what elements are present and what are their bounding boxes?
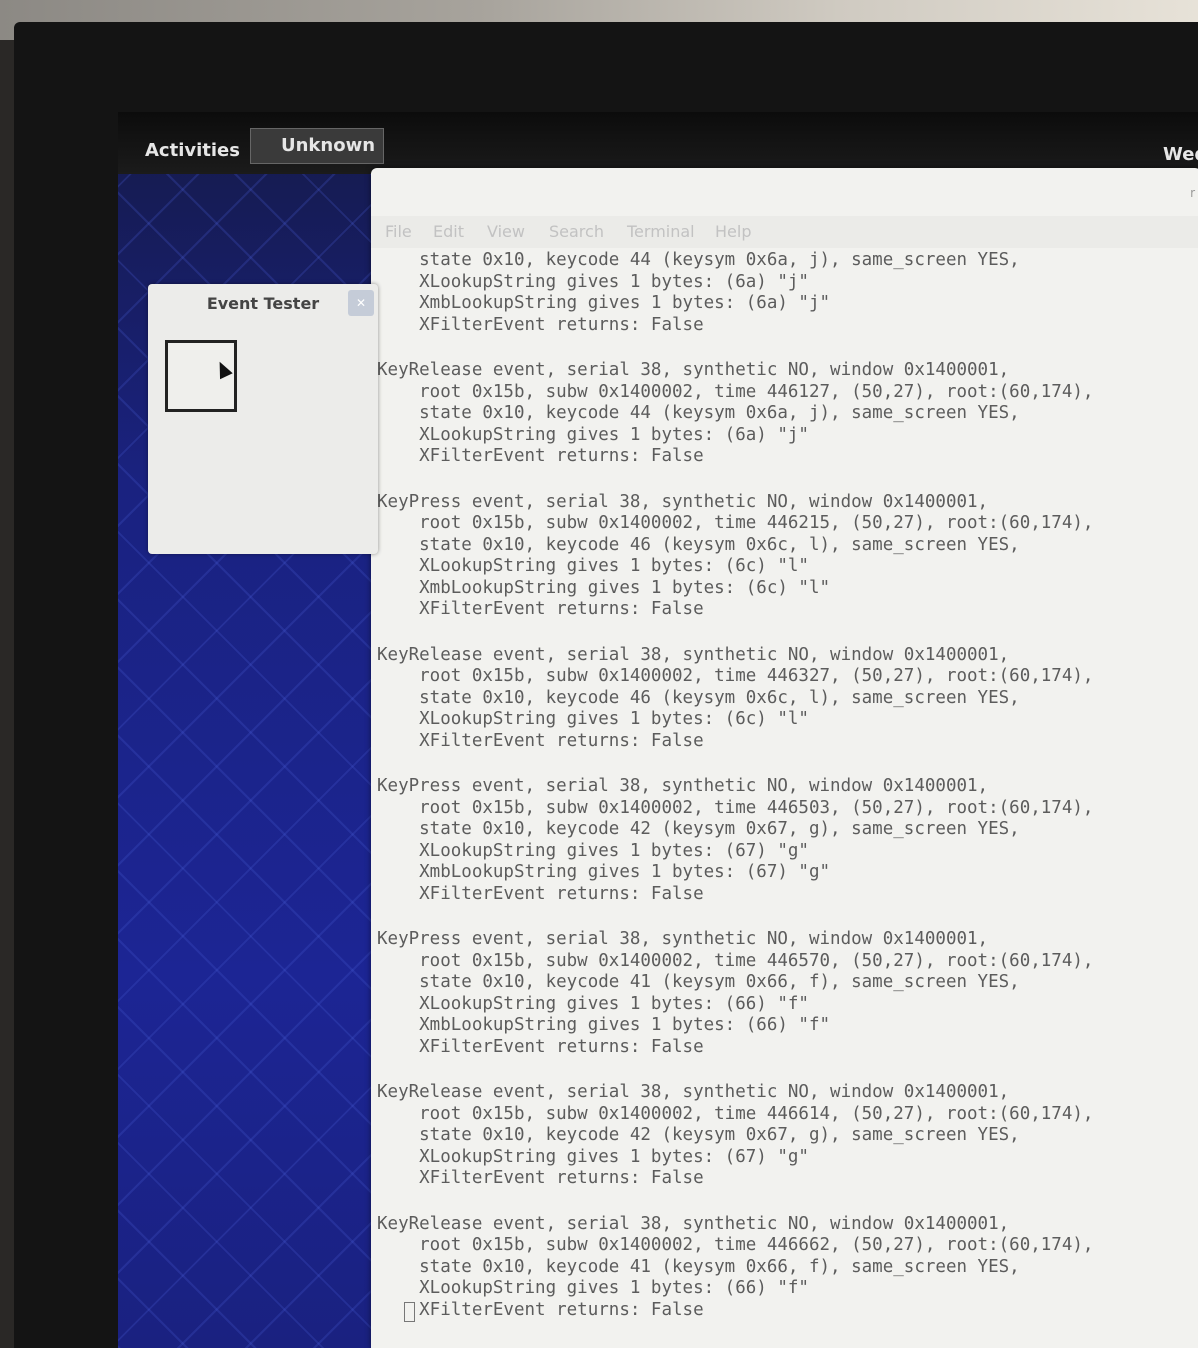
terminal-line: XFilterEvent returns: False	[377, 1299, 704, 1320]
event-block: KeyPress event, serial 38, synthetic NO,…	[377, 492, 1193, 621]
terminal-line: KeyRelease event, serial 38, synthetic N…	[377, 1213, 1010, 1234]
terminal-line: XFilterEvent returns: False	[377, 883, 704, 904]
top-bar: Activities Unknown Wed	[118, 112, 1198, 174]
menu-terminal[interactable]: Terminal	[627, 222, 695, 241]
menu-help[interactable]: Help	[715, 222, 751, 241]
close-icon[interactable]: ✕	[348, 290, 374, 316]
terminal-line: root 0x15b, subw 0x1400002, time 446570,…	[377, 950, 1094, 971]
terminal-line: KeyRelease event, serial 38, synthetic N…	[377, 1082, 1010, 1102]
terminal-line: state 0x10, keycode 41 (keysym 0x66, f),…	[377, 972, 1020, 992]
terminal-line: KeyPress event, serial 38, synthetic NO,…	[377, 776, 989, 796]
terminal-line: KeyRelease event, serial 38, synthetic N…	[377, 360, 1010, 380]
terminal-line: XFilterEvent returns: False	[377, 446, 704, 466]
terminal-line: XFilterEvent returns: False	[377, 730, 704, 751]
event-block: KeyPress event, serial 38, synthetic NO,…	[377, 929, 1193, 1058]
terminal-line: XLookupString gives 1 bytes: (6a) "j"	[377, 424, 809, 445]
terminal-line: XmbLookupString gives 1 bytes: (67) "g"	[377, 862, 831, 882]
terminal-line: state 0x10, keycode 44 (keysym 0x6a, j),…	[377, 250, 1020, 270]
terminal-line: state 0x10, keycode 46 (keysym 0x6c, l),…	[377, 534, 1020, 555]
event-tester-title: Event Tester	[206, 294, 320, 313]
terminal-line: XmbLookupString gives 1 bytes: (66) "f"	[377, 1015, 831, 1035]
event-capture-square[interactable]	[165, 340, 237, 412]
terminal-line: XLookupString gives 1 bytes: (6c) "l"	[377, 556, 809, 576]
event-block: KeyRelease event, serial 38, synthetic N…	[377, 360, 1193, 468]
terminal-line: XFilterEvent returns: False	[377, 314, 704, 335]
event-block: state 0x10, keycode 44 (keysym 0x6a, j),…	[377, 250, 1193, 336]
text-cursor	[404, 1302, 415, 1322]
terminal-line: KeyPress event, serial 38, synthetic NO,…	[377, 929, 989, 949]
terminal-line: state 0x10, keycode 41 (keysym 0x66, f),…	[377, 1256, 1020, 1277]
terminal-line: XLookupString gives 1 bytes: (67) "g"	[377, 840, 809, 861]
event-tester-window[interactable]: Event Tester ✕	[148, 284, 378, 554]
event-block: KeyRelease event, serial 38, synthetic N…	[377, 645, 1193, 753]
terminal-line: root 0x15b, subw 0x1400002, time 446662,…	[377, 1235, 1094, 1255]
clock[interactable]: Wed	[1163, 144, 1198, 165]
terminal-line: XFilterEvent returns: False	[377, 1168, 704, 1188]
terminal-line: root 0x15b, subw 0x1400002, time 446614,…	[377, 1103, 1094, 1124]
terminal-line: XLookupString gives 1 bytes: (6a) "j"	[377, 271, 809, 292]
activities-button[interactable]: Activities	[145, 140, 240, 161]
terminal-line: XmbLookupString gives 1 bytes: (6c) "l"	[377, 577, 831, 598]
menu-edit[interactable]: Edit	[433, 222, 464, 241]
event-block: KeyRelease event, serial 38, synthetic N…	[377, 1082, 1193, 1190]
event-block: KeyRelease event, serial 38, synthetic N…	[377, 1214, 1193, 1322]
event-block: KeyPress event, serial 38, synthetic NO,…	[377, 776, 1193, 905]
terminal-line: XFilterEvent returns: False	[377, 1036, 704, 1057]
menu-view[interactable]: View	[487, 222, 525, 241]
terminal-line: KeyPress event, serial 38, synthetic NO,…	[377, 491, 989, 512]
desktop-screen: Activities Unknown Wed r File Edit View …	[118, 112, 1198, 1348]
terminal-line: root 0x15b, subw 0x1400002, time 446215,…	[377, 513, 1094, 533]
terminal-output[interactable]: state 0x10, keycode 44 (keysym 0x6a, j),…	[377, 250, 1193, 1340]
terminal-line: state 0x10, keycode 46 (keysym 0x6c, l),…	[377, 687, 1020, 708]
app-menu-button[interactable]: Unknown	[250, 128, 385, 164]
terminal-line: XFilterEvent returns: False	[377, 599, 704, 619]
terminal-line: state 0x10, keycode 44 (keysym 0x6a, j),…	[377, 403, 1020, 423]
terminal-line: root 0x15b, subw 0x1400002, time 446127,…	[377, 381, 1094, 402]
terminal-menubar: File Edit View Search Terminal Help	[371, 216, 1198, 248]
terminal-line: root 0x15b, subw 0x1400002, time 446503,…	[377, 797, 1094, 818]
terminal-line: state 0x10, keycode 42 (keysym 0x67, g),…	[377, 1125, 1020, 1145]
terminal-line: XLookupString gives 1 bytes: (66) "f"	[377, 1278, 809, 1298]
terminal-line: XLookupString gives 1 bytes: (67) "g"	[377, 1146, 809, 1167]
window-controls-icon[interactable]: r	[1190, 186, 1195, 200]
terminal-line: XLookupString gives 1 bytes: (66) "f"	[377, 993, 809, 1014]
terminal-line: state 0x10, keycode 42 (keysym 0x67, g),…	[377, 819, 1020, 839]
terminal-line: root 0x15b, subw 0x1400002, time 446327,…	[377, 666, 1094, 686]
terminal-line: KeyRelease event, serial 38, synthetic N…	[377, 644, 1010, 665]
mouse-pointer-icon	[213, 358, 233, 380]
terminal-line: XmbLookupString gives 1 bytes: (6a) "j"	[377, 293, 831, 313]
menu-file[interactable]: File	[385, 222, 412, 241]
terminal-line: XLookupString gives 1 bytes: (6c) "l"	[377, 709, 809, 729]
menu-search[interactable]: Search	[549, 222, 604, 241]
terminal-window[interactable]: r File Edit View Search Terminal Help st…	[371, 168, 1198, 1348]
